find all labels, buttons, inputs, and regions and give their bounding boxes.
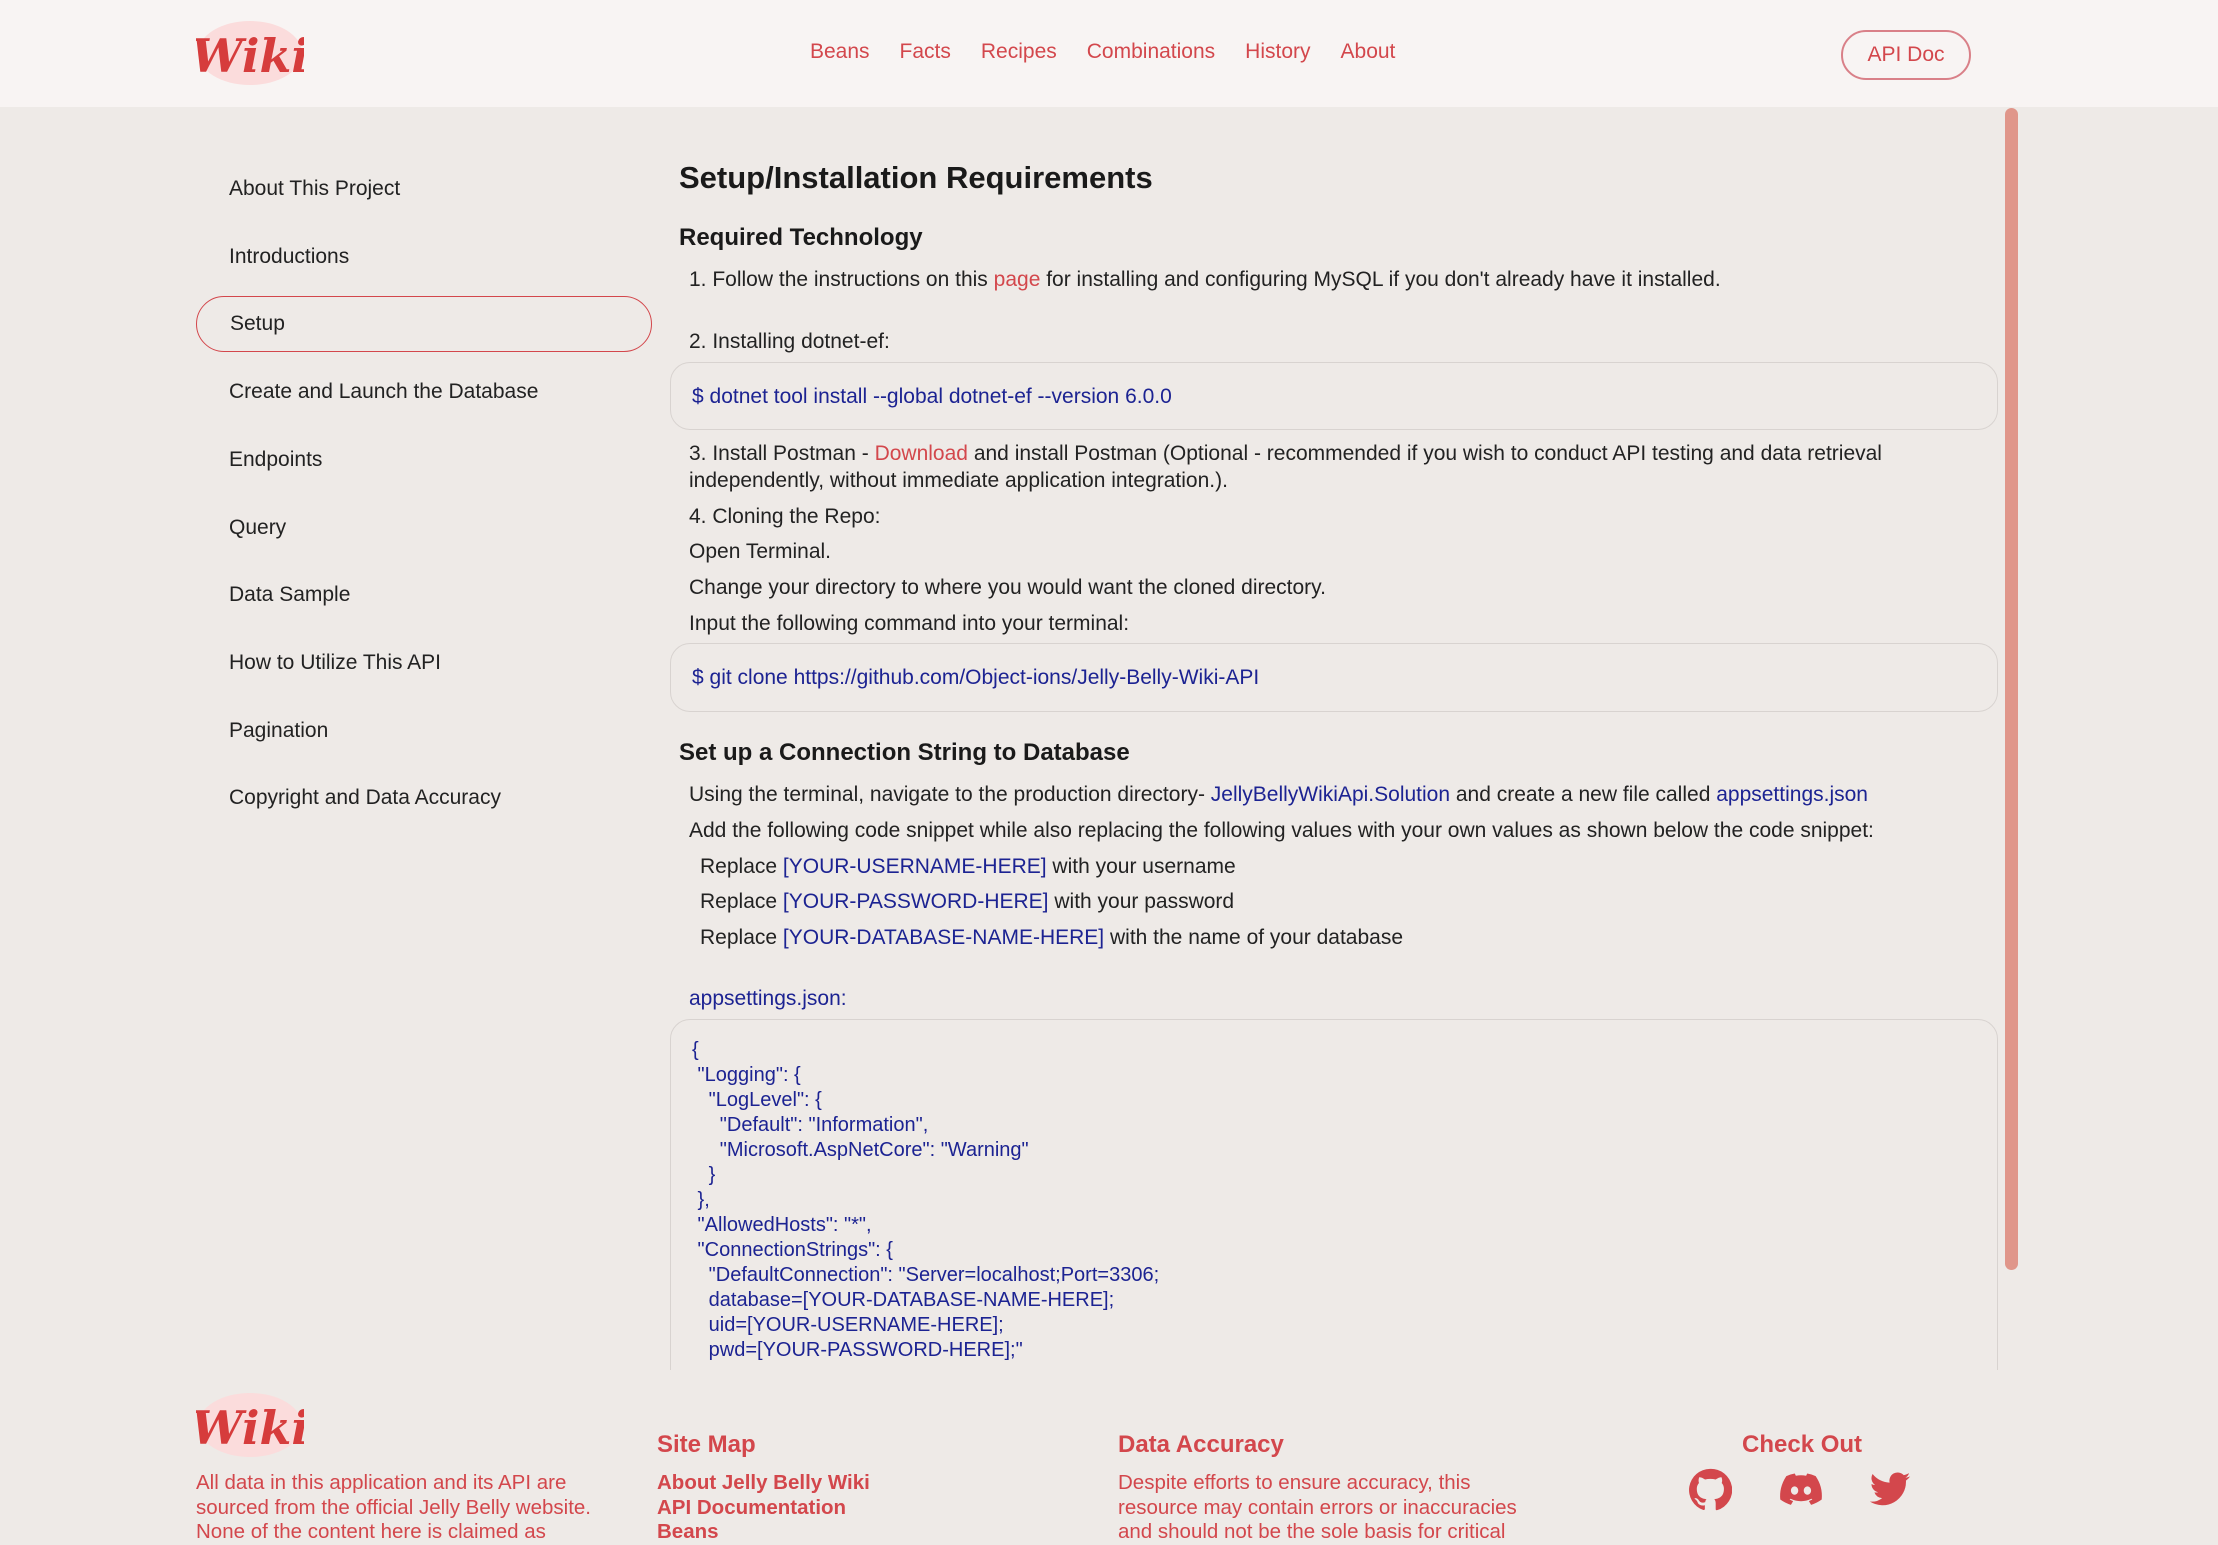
step-1-text: 1. Follow the instructions on this <box>689 268 994 291</box>
replace-text: with the name of your database <box>1104 926 1404 949</box>
code-block-appsettings: { "Logging": { "LogLevel": { "Default": … <box>670 1019 1998 1370</box>
appsettings-file: appsettings.json <box>1716 783 1868 806</box>
sitemap-link-about[interactable]: About Jelly Belly Wiki <box>657 1471 870 1496</box>
required-technology-heading: Required Technology <box>679 224 923 251</box>
nav-beans[interactable]: Beans <box>810 40 870 64</box>
replace-key: [YOUR-USERNAME-HERE] <box>782 855 1047 878</box>
nav-combinations[interactable]: Combinations <box>1087 40 1215 64</box>
sidebar-item-introductions[interactable]: Introductions <box>196 223 652 291</box>
top-header: Wiki Beans Facts Recipes Combinations Hi… <box>0 0 2218 107</box>
using-text: Using the terminal, navigate to the prod… <box>689 783 1211 806</box>
about-line: sourced from the official Jelly Belly we… <box>196 1495 591 1519</box>
step-3-text-end: and install Postman (Optional - recommen… <box>967 442 1882 465</box>
github-icon[interactable] <box>1688 1468 1733 1512</box>
replace-username: Replace [YOUR-USERNAME-HERE] with your u… <box>700 855 1236 879</box>
using-text-mid: and create a new file called <box>1450 783 1717 806</box>
appsettings-label: appsettings.json: <box>689 987 847 1010</box>
discord-icon[interactable] <box>1776 1468 1826 1512</box>
code-block-dotnet-ef: $ dotnet tool install --global dotnet-ef… <box>670 362 1998 430</box>
sidebar-item-endpoints[interactable]: Endpoints <box>196 426 652 494</box>
solution-dir: JellyBellyWikiApi.Solution <box>1210 783 1451 806</box>
replace-label: Replace <box>700 855 783 878</box>
replace-key: [YOUR-PASSWORD-HERE] <box>782 890 1049 913</box>
nav-history[interactable]: History <box>1245 40 1310 64</box>
page-title: Setup/Installation Requirements <box>679 160 1153 195</box>
accuracy-line: Despite efforts to ensure accuracy, this <box>1118 1471 1471 1494</box>
sitemap-links: About Jelly Belly Wiki API Documentation… <box>657 1471 870 1545</box>
change-dir-text: Change your directory to where you would… <box>689 576 1326 599</box>
sidebar: About This Project Introductions Setup C… <box>196 155 652 832</box>
main-content: Setup/Installation Requirements Required… <box>670 108 2000 1370</box>
replace-text: with your username <box>1046 855 1236 878</box>
code-git-clone: $ git clone https://github.com/Object-io… <box>692 666 1260 689</box>
check-out-heading: Check Out <box>1742 1431 1863 1458</box>
replace-label: Replace <box>700 890 783 913</box>
sidebar-item-copyright[interactable]: Copyright and Data Accuracy <box>196 765 652 833</box>
footer-wiki-logo[interactable]: Wiki <box>191 1392 309 1458</box>
input-command-text: Input the following command into your te… <box>689 612 1130 635</box>
footer-about-text: All data in this application and its API… <box>196 1471 591 1545</box>
open-terminal-text: Open Terminal. <box>689 540 832 563</box>
replace-text: with your password <box>1048 890 1235 913</box>
step-4: 4. Cloning the Repo: <box>689 505 881 528</box>
postman-download-link[interactable]: Download <box>875 442 968 465</box>
nav-facts[interactable]: Facts <box>900 40 951 64</box>
code-appsettings-json: { "Logging": { "LogLevel": { "Default": … <box>692 1039 1160 1361</box>
accuracy-line: resource may contain errors or inaccurac… <box>1118 1495 1517 1519</box>
twitter-icon[interactable] <box>1868 1468 1912 1512</box>
step-3: 3. Install Postman - Download and instal… <box>689 442 1882 466</box>
data-accuracy-heading: Data Accuracy <box>1118 1431 1284 1458</box>
sitemap-heading: Site Map <box>657 1431 756 1458</box>
replace-key: [YOUR-DATABASE-NAME-HERE] <box>782 926 1105 949</box>
code-dotnet-ef: $ dotnet tool install --global dotnet-ef… <box>692 385 1172 408</box>
replace-password: Replace [YOUR-PASSWORD-HERE] with your p… <box>700 890 1234 914</box>
footer: Wiki All data in this application and it… <box>0 1370 2218 1543</box>
sidebar-item-data-sample[interactable]: Data Sample <box>196 561 652 629</box>
sidebar-item-create-database[interactable]: Create and Launch the Database <box>196 358 652 426</box>
sitemap-link-beans[interactable]: Beans <box>657 1520 870 1545</box>
sitemap-link-api-docs[interactable]: API Documentation <box>657 1496 870 1521</box>
sidebar-item-about-project[interactable]: About This Project <box>196 155 652 223</box>
scrollbar-thumb[interactable] <box>2005 108 2018 1270</box>
data-accuracy-text: Despite efforts to ensure accuracy, this… <box>1118 1471 1517 1545</box>
api-doc-button[interactable]: API Doc <box>1841 30 1971 80</box>
mysql-page-link[interactable]: page <box>994 268 1041 291</box>
code-block-git-clone: $ git clone https://github.com/Object-io… <box>670 643 1998 712</box>
about-line: None of the content here is claimed as <box>196 1520 546 1543</box>
using-terminal-text: Using the terminal, navigate to the prod… <box>689 783 1868 807</box>
svg-text:Wiki: Wiki <box>196 29 304 83</box>
sidebar-item-how-to-utilize[interactable]: How to Utilize This API <box>196 629 652 697</box>
nav-recipes[interactable]: Recipes <box>981 40 1057 64</box>
sidebar-item-pagination[interactable]: Pagination <box>196 697 652 765</box>
wiki-logo[interactable]: Wiki <box>191 20 309 86</box>
step-3-continued: independently, without immediate applica… <box>689 469 1228 492</box>
step-2: 2. Installing dotnet-ef: <box>689 330 890 353</box>
accuracy-line: and should not be the sole basis for cri… <box>1118 1520 1506 1543</box>
step-1-text-end: for installing and configuring MySQL if … <box>1040 268 1721 291</box>
svg-text:Wiki: Wiki <box>196 1401 304 1455</box>
replace-label: Replace <box>700 926 783 949</box>
add-snippet-text: Add the following code snippet while als… <box>689 819 1874 842</box>
nav-about[interactable]: About <box>1341 40 1396 64</box>
replace-database: Replace [YOUR-DATABASE-NAME-HERE] with t… <box>700 926 1403 950</box>
about-line: All data in this application and its API… <box>196 1471 567 1494</box>
sidebar-item-setup[interactable]: Setup <box>196 296 652 353</box>
main-nav: Beans Facts Recipes Combinations History… <box>810 40 1395 64</box>
connection-string-heading: Set up a Connection String to Database <box>679 739 1130 766</box>
sidebar-item-query[interactable]: Query <box>196 494 652 562</box>
step-1: 1. Follow the instructions on this page … <box>689 268 1721 292</box>
step-3-text: 3. Install Postman - <box>689 442 875 465</box>
